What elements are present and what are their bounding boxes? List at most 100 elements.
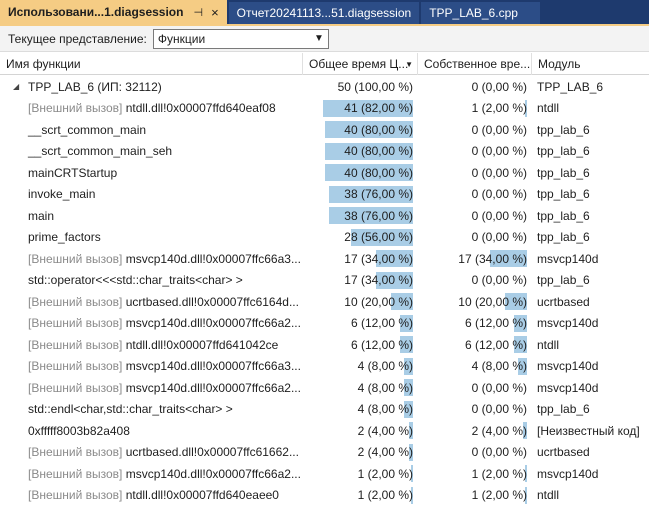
module-cell: tpp_lab_6 (537, 208, 590, 223)
total-cpu-cell: 4 (8,00 %) (303, 399, 417, 421)
pin-icon[interactable]: ⊣ (193, 6, 203, 19)
function-name-cell: __scrt_common_main_seh (0, 141, 302, 163)
function-name-cell: [Внешний вызов] msvcp140d.dll!0x00007ffc… (0, 377, 302, 399)
self-cpu-value: 6 (12,00 %) (464, 337, 527, 352)
module-cell: tpp_lab_6 (537, 230, 590, 245)
function-name: std::operator<<<std::char_traits<char> > (0, 273, 243, 287)
total-cpu-value: 17 (34,00 %) (344, 251, 413, 266)
tab-source-file[interactable]: TPP_LAB_6.cpp (421, 2, 540, 24)
self-cpu-cell: 1 (2,00 %) (418, 463, 531, 485)
module-cell: msvcp140d (537, 316, 599, 331)
table-row[interactable]: mainCRTStartup 40 (80,00 %) 0 (0,00 %) tpp_… (0, 162, 649, 184)
self-cpu-value: 0 (0,00 %) (471, 208, 527, 223)
current-view-select[interactable]: Функции ▼ (152, 28, 329, 49)
table-row[interactable]: [Внешний вызов] msvcp140d.dll!0x00007ffc… (0, 377, 649, 399)
total-cpu-value: 4 (8,00 %) (357, 359, 413, 374)
function-name-text: ntdll.dll!0x00007ffd641042ce (125, 337, 279, 352)
table-row[interactable]: 0xfffff8003b82a408 2 (4,00 %) 2 (4,00 %) [Н… (0, 420, 649, 442)
function-name: [Внешний вызов] msvcp140d.dll!0x00007ffc… (0, 316, 301, 330)
table-row[interactable]: [Внешний вызов] msvcp140d.dll!0x00007ffc… (0, 313, 649, 335)
table-row[interactable]: [Внешний вызов] ucrtbased.dll!0x00007ffc… (0, 291, 649, 313)
column-header-self-cpu[interactable]: Собственное вре... (418, 53, 532, 75)
self-cpu-cell: 0 (0,00 %) (418, 227, 531, 249)
self-cpu-value: 1 (2,00 %) (471, 466, 527, 481)
function-name: prime_factors (0, 230, 101, 244)
table-row[interactable]: [Внешний вызов] ntdll.dll!0x00007ffd640e… (0, 98, 649, 120)
total-cpu-cell: 2 (4,00 %) (303, 420, 417, 442)
function-name-cell: [Внешний вызов] msvcp140d.dll!0x00007ffc… (0, 356, 302, 378)
function-name-cell: [Внешний вызов] msvcp140d.dll!0x00007ffc… (0, 248, 302, 270)
module-cell: tpp_lab_6 (537, 187, 590, 202)
expand-collapse-icon[interactable]: ◢ (13, 82, 19, 91)
view-toolbar: Текущее представление: Функции ▼ (0, 26, 649, 52)
external-call-tag: [Внешний вызов] (28, 445, 126, 460)
function-name: [Внешний вызов] ntdll.dll!0x00007ffd640e… (0, 488, 279, 502)
function-name-text: __scrt_common_main (28, 122, 147, 137)
self-cpu-value: 0 (0,00 %) (471, 445, 527, 460)
column-header-name[interactable]: Имя функции (0, 53, 303, 75)
table-row[interactable]: [Внешний вызов] ucrtbased.dll!0x00007ffc… (0, 442, 649, 464)
column-header-module[interactable]: Модуль (532, 53, 649, 75)
function-name: main (0, 209, 54, 223)
total-cpu-value: 38 (76,00 %) (344, 187, 413, 202)
function-name-text: msvcp140d.dll!0x00007ffc66a2... (125, 380, 301, 395)
total-cpu-cell: 17 (34,00 %) (303, 248, 417, 270)
table-row[interactable]: main 38 (76,00 %) 0 (0,00 %) tpp_lab_6 (0, 205, 649, 227)
function-name-text: __scrt_common_main_seh (28, 144, 173, 159)
tab-usage-diagsession[interactable]: Использовани...1.diagsession ⊣ × (0, 0, 227, 24)
function-name-cell: [Внешний вызов] ntdll.dll!0x00007ffd6410… (0, 334, 302, 356)
self-cpu-cell: 17 (34,00 %) (418, 248, 531, 270)
self-cpu-cell: 6 (12,00 %) (418, 313, 531, 335)
total-cpu-value: 38 (76,00 %) (344, 208, 413, 223)
column-header-total-cpu[interactable]: Общее время Ц... ▼ (303, 53, 418, 75)
self-cpu-value: 0 (0,00 %) (471, 144, 527, 159)
total-cpu-value: 40 (80,00 %) (344, 122, 413, 137)
module-cell: msvcp140d (537, 466, 599, 481)
table-row[interactable]: std::operator<<<std::char_traits<char> >… (0, 270, 649, 292)
function-name-text: 0xfffff8003b82a408 (28, 423, 130, 438)
tab-report-diagsession[interactable]: Отчет20241113...51.diagsession (228, 2, 420, 24)
self-cpu-value: 0 (0,00 %) (471, 230, 527, 245)
function-name: [Внешний вызов] msvcp140d.dll!0x00007ffc… (0, 467, 301, 481)
total-cpu-value: 40 (80,00 %) (344, 165, 413, 180)
function-name-cell: invoke_main (0, 184, 302, 206)
column-header-label: Общее время Ц... (309, 57, 409, 71)
table-row[interactable]: [Внешний вызов] msvcp140d.dll!0x00007ffc… (0, 356, 649, 378)
total-cpu-cell: 38 (76,00 %) (303, 184, 417, 206)
function-name-cell: main (0, 205, 302, 227)
table-row[interactable]: std::endl<char,std::char_traits<char> > 4… (0, 399, 649, 421)
table-row[interactable]: [Внешний вызов] msvcp140d.dll!0x00007ffc… (0, 248, 649, 270)
self-cpu-cell: 0 (0,00 %) (418, 184, 531, 206)
total-cpu-cell: 4 (8,00 %) (303, 377, 417, 399)
function-name-cell: [Внешний вызов] msvcp140d.dll!0x00007ffc… (0, 313, 302, 335)
function-name-cell: [Внешний вызов] msvcp140d.dll!0x00007ffc… (0, 463, 302, 485)
function-name: [Внешний вызов] msvcp140d.dll!0x00007ffc… (0, 252, 301, 266)
external-call-tag: [Внешний вызов] (28, 251, 126, 266)
table-row[interactable]: [Внешний вызов] ntdll.dll!0x00007ffd640e… (0, 485, 649, 507)
table-row[interactable]: [Внешний вызов] msvcp140d.dll!0x00007ffc… (0, 463, 649, 485)
table-row[interactable]: ◢ TPP_LAB_6 (ИП: 32112) 50 (100,00 %) 0 (0,… (0, 76, 649, 98)
function-name-text: msvcp140d.dll!0x00007ffc66a3... (125, 251, 301, 266)
table-row[interactable]: __scrt_common_main_seh 40 (80,00 %) 0 (0,0… (0, 141, 649, 163)
self-cpu-value: 1 (2,00 %) (471, 488, 527, 503)
total-cpu-value: 2 (4,00 %) (357, 423, 413, 438)
close-icon[interactable]: × (211, 5, 219, 20)
table-row[interactable]: prime_factors 28 (56,00 %) 0 (0,00 %) tpp_l… (0, 227, 649, 249)
self-cpu-cell: 4 (8,00 %) (418, 356, 531, 378)
total-cpu-cell: 1 (2,00 %) (303, 463, 417, 485)
function-name: [Внешний вызов] ntdll.dll!0x00007ffd640e… (0, 101, 276, 115)
current-view-label: Текущее представление: (8, 31, 147, 46)
module-cell: msvcp140d (537, 251, 599, 266)
table-row[interactable]: [Внешний вызов] ntdll.dll!0x00007ffd6410… (0, 334, 649, 356)
module-cell: tpp_lab_6 (537, 402, 590, 417)
function-name-cell: [Внешний вызов] ucrtbased.dll!0x00007ffc… (0, 442, 302, 464)
function-name-cell: std::operator<<<std::char_traits<char> > (0, 270, 302, 292)
function-name: 0xfffff8003b82a408 (0, 424, 130, 438)
table-row[interactable]: invoke_main 38 (76,00 %) 0 (0,00 %) tpp_lab… (0, 184, 649, 206)
total-cpu-value: 50 (100,00 %) (337, 79, 413, 94)
function-name-text: std::endl<char,std::char_traits<char> > (28, 402, 233, 417)
function-name: __scrt_common_main_seh (0, 144, 172, 158)
tab-label: Отчет20241113...51.diagsession (236, 6, 412, 20)
table-row[interactable]: __scrt_common_main 40 (80,00 %) 0 (0,00 %)… (0, 119, 649, 141)
function-name-text: ucrtbased.dll!0x00007ffc6164d... (125, 294, 299, 309)
